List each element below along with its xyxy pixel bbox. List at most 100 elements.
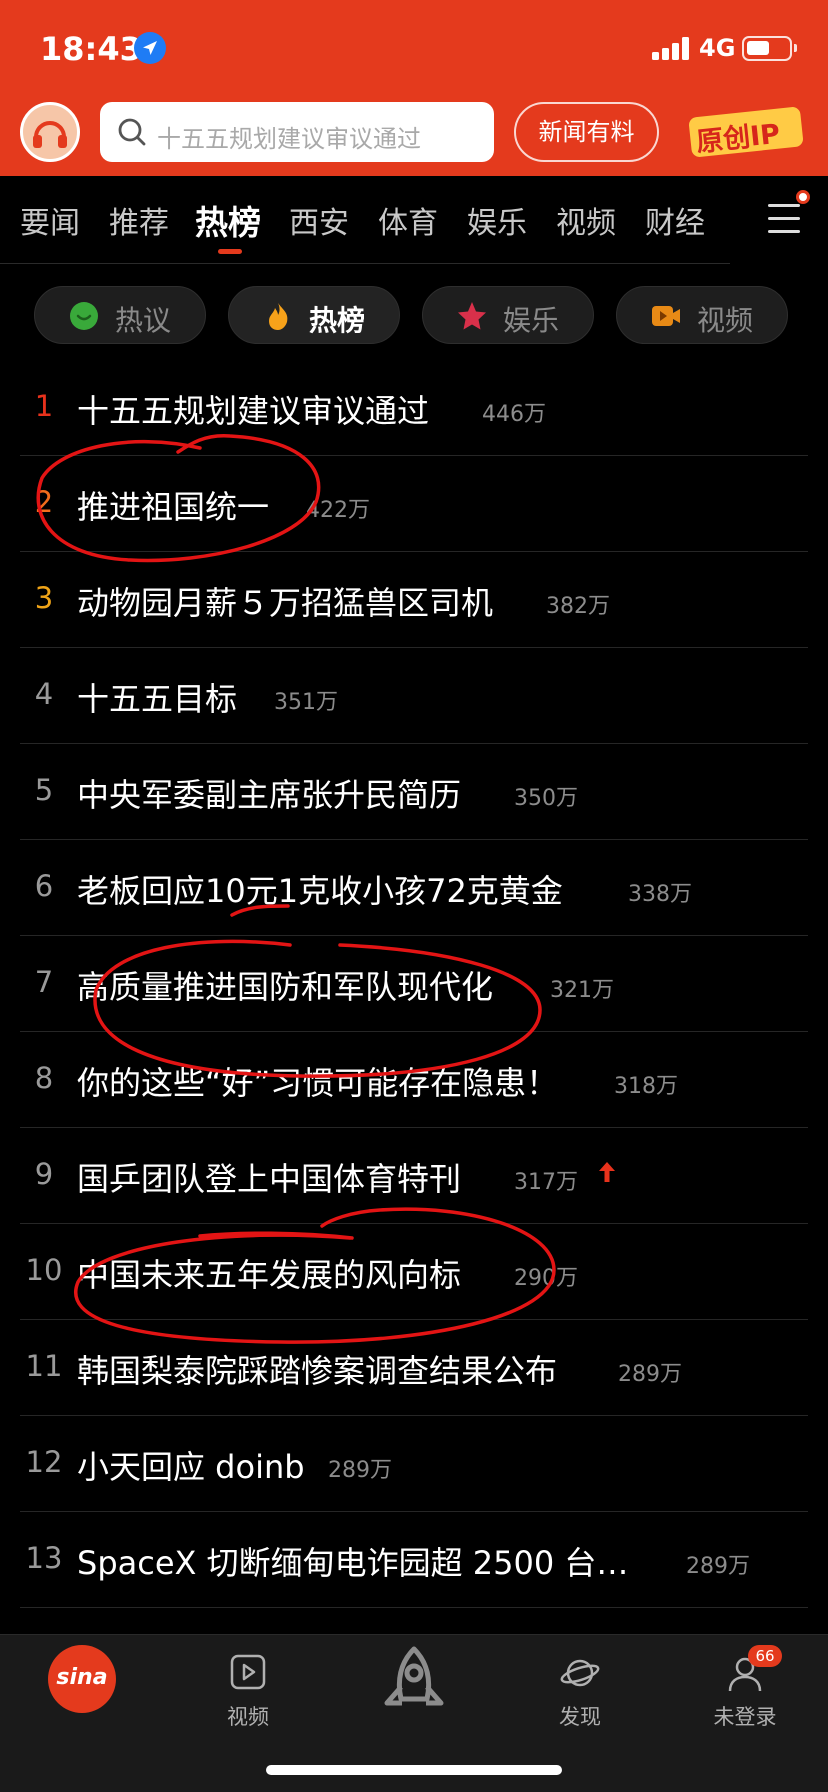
item-title: 推进祖国统一	[77, 488, 270, 526]
nav-discover-label: 发现	[559, 1705, 601, 1729]
rank-number: 10	[25, 1253, 63, 1287]
search-bar[interactable]: 十五五规划建议审议通过	[100, 102, 494, 162]
original-ip-label: 原创IP	[694, 118, 782, 159]
rank-number: 1	[34, 389, 54, 423]
list-item[interactable]: 8 你的这些“好”习惯可能存在隐患！ 318万	[20, 1032, 808, 1128]
star-icon	[458, 302, 486, 330]
rank-number: 5	[34, 773, 54, 807]
item-title: SpaceX 切断缅甸电诈园超 2500 台…	[77, 1544, 629, 1582]
pill-entertainment-label: 娱乐	[503, 304, 560, 337]
list-item[interactable]: 11 韩国梨泰院踩踏惨案调查结果公布 289万	[20, 1320, 808, 1416]
nav-video-label: 视频	[227, 1705, 269, 1729]
list-item[interactable]: 13 SpaceX 切断缅甸电诈园超 2500 台… 289万	[20, 1512, 808, 1608]
rocket-icon	[384, 1646, 444, 1706]
tab-hot[interactable]: 热榜	[195, 196, 261, 244]
heat-count: 317万	[514, 1170, 578, 1195]
list-item[interactable]: 3 动物园月薪５万招猛兽区司机 382万	[20, 552, 808, 648]
tab-recommend[interactable]: 推荐	[109, 198, 169, 242]
tab-video[interactable]: 视频	[556, 198, 616, 242]
heat-count: 350万	[514, 786, 578, 811]
video-icon	[652, 306, 680, 326]
item-title: 动物园月薪５万招猛兽区司机	[77, 584, 494, 622]
pill-entertainment[interactable]: 娱乐	[422, 286, 594, 344]
search-icon	[118, 118, 146, 146]
list-item[interactable]: 6 老板回应10元1克收小孩72克黄金 338万	[20, 840, 808, 936]
rank-number: 3	[34, 581, 54, 615]
pill-video[interactable]: 视频	[616, 286, 788, 344]
list-item[interactable]: 7 高质量推进国防和军队现代化 321万	[20, 936, 808, 1032]
sina-home-button[interactable]: sina	[48, 1645, 116, 1713]
flame-icon	[269, 303, 288, 330]
status-bar: 18:43 4G	[0, 0, 828, 96]
network-type: 4G	[699, 34, 736, 62]
item-title: 小天回应 doinb	[77, 1448, 305, 1486]
heat-count: 318万	[614, 1074, 678, 1099]
pill-hot[interactable]: 热榜	[228, 286, 400, 344]
item-title: 国乒团队登上中国体育特刊	[77, 1160, 462, 1198]
heat-count: 289万	[328, 1458, 392, 1483]
cellular-signal-icon	[652, 36, 692, 60]
rank-number: 4	[34, 677, 54, 711]
notification-dot	[796, 190, 810, 204]
location-arrow-icon	[134, 32, 166, 64]
trend-up-icon	[599, 1162, 615, 1182]
top-header: 18:43 4G 十五五规划建议审议通过 新闻有料 原创IP	[0, 0, 828, 176]
tab-xian[interactable]: 西安	[289, 198, 349, 242]
heat-count: 422万	[306, 498, 370, 523]
rank-number: 13	[25, 1541, 63, 1575]
tab-yaowen[interactable]: 要闻	[20, 198, 80, 242]
tab-entertainment[interactable]: 娱乐	[467, 198, 527, 242]
list-item[interactable]: 1 十五五规划建议审议通过 446万	[20, 360, 808, 456]
nav-login-label: 未登录	[713, 1705, 777, 1729]
item-title: 中国未来五年发展的风向标	[77, 1256, 462, 1294]
heat-count: 351万	[274, 690, 338, 715]
list-item[interactable]: 4 十五五目标 351万	[20, 648, 808, 744]
menu-icon[interactable]	[768, 204, 800, 234]
rank-number: 9	[34, 1157, 54, 1191]
item-title: 中央军委副主席张升民简历	[77, 776, 462, 814]
heat-count: 446万	[482, 402, 546, 427]
nav-rocket[interactable]	[359, 1641, 469, 1741]
pill-video-label: 视频	[697, 304, 754, 337]
heat-count: 289万	[686, 1554, 750, 1579]
tab-sports[interactable]: 体育	[378, 198, 438, 242]
heat-count: 382万	[546, 594, 610, 619]
rank-number: 12	[25, 1445, 63, 1479]
original-ip-badge[interactable]: 原创IP	[684, 98, 808, 166]
news-tip-button[interactable]: 新闻有料	[514, 102, 659, 162]
heat-count: 321万	[550, 978, 614, 1003]
list-item[interactable]: 9 国乒团队登上中国体育特刊 317万	[20, 1128, 808, 1224]
list-item[interactable]: 12 小天回应 doinb 289万	[20, 1416, 808, 1512]
battery-icon	[742, 36, 797, 61]
heat-count: 338万	[628, 882, 692, 907]
item-title: 高质量推进国防和军队现代化	[77, 968, 494, 1006]
search-placeholder: 十五五规划建议审议通过	[157, 125, 421, 153]
heat-count: 290万	[514, 1266, 578, 1291]
pill-discuss-label: 热议	[115, 304, 172, 337]
list-item[interactable]: 10 中国未来五年发展的风向标 290万	[20, 1224, 808, 1320]
rank-number: 7	[34, 965, 54, 999]
item-title: 你的这些“好”习惯可能存在隐患！	[77, 1064, 559, 1102]
rank-number: 11	[25, 1349, 63, 1383]
active-tab-indicator	[218, 249, 242, 254]
nav-discover[interactable]: 发现	[525, 1647, 635, 1747]
notification-badge: 66	[748, 1645, 782, 1667]
planet-icon	[560, 1659, 600, 1687]
headphones-avatar-icon[interactable]	[20, 102, 80, 162]
status-time: 18:43	[40, 30, 142, 68]
play-icon	[230, 1654, 266, 1690]
list-item[interactable]: 5 中央军委副主席张升民简历 350万	[20, 744, 808, 840]
heat-count: 289万	[618, 1362, 682, 1387]
nav-video[interactable]: 视频	[193, 1647, 303, 1747]
list-item[interactable]: 2 推进祖国统一 422万	[20, 456, 808, 552]
sina-logo: sina	[56, 1665, 108, 1690]
nav-profile[interactable]: 未登录	[690, 1647, 800, 1747]
rank-number: 6	[34, 869, 54, 903]
channel-tabs: 要闻 推荐 热榜 西安 体育 娱乐 视频 财经 科	[0, 176, 828, 264]
home-indicator	[266, 1765, 562, 1775]
tab-finance[interactable]: 财经	[645, 198, 705, 242]
chat-bubble-icon	[70, 302, 98, 330]
pill-discuss[interactable]: 热议	[34, 286, 206, 344]
item-title: 老板回应10元1克收小孩72克黄金	[77, 872, 563, 910]
rank-number: 2	[34, 485, 54, 519]
